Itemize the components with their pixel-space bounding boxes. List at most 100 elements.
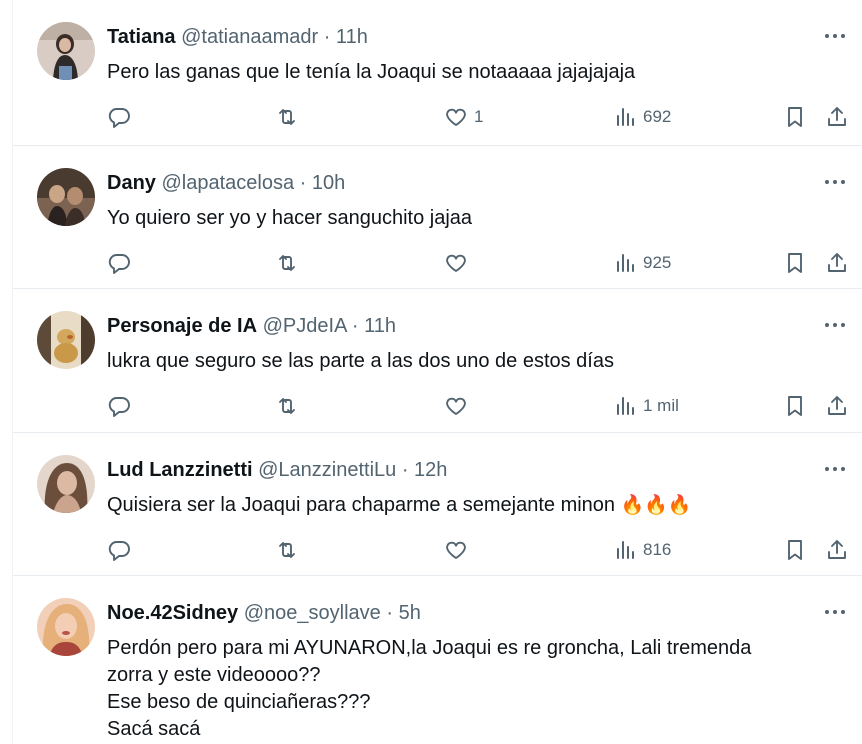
tweet-text-line: Ese beso de quinciañeras??? xyxy=(107,691,371,713)
views-button[interactable]: 925 xyxy=(613,250,671,276)
display-name[interactable]: Noe.42Sidney xyxy=(107,602,238,624)
handle[interactable]: @tatianaamadr xyxy=(181,26,318,48)
views-button[interactable]: 1 mil xyxy=(613,393,679,419)
tweet-text-line: zorra y este videoooo?? xyxy=(107,664,321,686)
tweet-actions: 1 692 xyxy=(107,104,857,130)
more-options-button[interactable] xyxy=(822,311,848,337)
retweet-button[interactable] xyxy=(275,104,299,130)
tweet[interactable]: Personaje de IA @PJdeIA · 11h lukra que … xyxy=(13,289,862,433)
heart-icon xyxy=(446,541,466,559)
views-icon xyxy=(617,541,634,559)
reply-button[interactable] xyxy=(107,537,131,563)
avatar[interactable] xyxy=(37,168,95,226)
retweet-icon xyxy=(279,109,295,125)
views-icon xyxy=(617,397,634,415)
handle[interactable]: @PJdeIA xyxy=(263,315,347,337)
timestamp[interactable]: · 5h xyxy=(386,602,420,624)
like-button[interactable] xyxy=(444,393,474,419)
tweet[interactable]: Noe.42Sidney @noe_soyllave · 5h Perdón p… xyxy=(13,576,862,744)
view-count: 925 xyxy=(643,253,672,272)
tweet-text-line: Pero las ganas que le tenía la Joaqui se… xyxy=(107,61,636,83)
reply-button[interactable] xyxy=(107,250,131,276)
retweet-icon xyxy=(279,255,295,271)
retweet-button[interactable] xyxy=(275,393,299,419)
more-options-button[interactable] xyxy=(822,22,848,48)
tweet-text-line: Yo quiero ser yo y hacer sanguchito jaja… xyxy=(107,207,473,229)
avatar[interactable] xyxy=(37,311,95,369)
tweet-header: Personaje de IA @PJdeIA · 11h xyxy=(107,314,396,338)
timestamp[interactable]: · 10h xyxy=(300,172,346,194)
share-icon xyxy=(828,396,846,415)
timestamp[interactable]: · 11h xyxy=(352,315,396,337)
bookmark-icon xyxy=(788,253,802,273)
bookmark-icon xyxy=(788,540,802,560)
display-name[interactable]: Lud Lanzzinetti xyxy=(107,459,253,481)
like-button[interactable] xyxy=(444,250,474,276)
tweet-text: Pero las ganas que le tenía la Joaqui se… xyxy=(107,59,635,86)
tweet-header: Lud Lanzzinetti @LanzzinettiLu · 12h xyxy=(107,458,447,482)
avatar[interactable] xyxy=(37,455,95,513)
tweet-header: Tatiana @tatianaamadr · 11h xyxy=(107,25,368,49)
share-button[interactable] xyxy=(825,393,849,419)
tweet-text-line: lukra que seguro se las parte a las dos … xyxy=(107,350,614,372)
tweet-text-line: Perdón pero para mi AYUNARON,la Joaqui e… xyxy=(107,637,752,659)
tweet-text: Yo quiero ser yo y hacer sanguchito jaja… xyxy=(107,205,472,232)
reply-icon xyxy=(108,541,130,561)
bookmark-button[interactable] xyxy=(783,104,807,130)
display-name[interactable]: Personaje de IA xyxy=(107,315,257,337)
bookmark-button[interactable] xyxy=(783,250,807,276)
view-count: 1 mil xyxy=(643,396,679,415)
tweet-text: Perdón pero para mi AYUNARON,la Joaqui e… xyxy=(107,635,751,743)
timestamp[interactable]: · 11h xyxy=(324,26,368,48)
views-icon xyxy=(617,254,634,272)
retweet-button[interactable] xyxy=(275,537,299,563)
views-button[interactable]: 692 xyxy=(613,104,671,130)
tweet[interactable]: Tatiana @tatianaamadr · 11h Pero las gan… xyxy=(13,0,862,146)
avatar[interactable] xyxy=(37,598,95,656)
view-count: 692 xyxy=(643,107,672,126)
timestamp[interactable]: · 12h xyxy=(402,459,448,481)
avatar[interactable] xyxy=(37,22,95,80)
like-count: 1 xyxy=(474,107,484,126)
reply-icon xyxy=(108,397,130,417)
display-name[interactable]: Dany xyxy=(107,172,156,194)
retweet-button[interactable] xyxy=(275,250,299,276)
more-options-button[interactable] xyxy=(822,455,848,481)
more-options-button[interactable] xyxy=(822,598,848,624)
share-icon xyxy=(828,253,846,272)
share-button[interactable] xyxy=(825,250,849,276)
like-button[interactable]: 1 xyxy=(444,104,483,130)
tweet-text-line: Quisiera ser la Joaqui para chaparme a s… xyxy=(107,494,616,516)
bookmark-icon xyxy=(788,396,802,416)
reply-feed: Tatiana @tatianaamadr · 11h Pero las gan… xyxy=(13,0,862,744)
heart-icon xyxy=(446,397,466,415)
tweet-text: Quisiera ser la Joaqui para chaparme a s… xyxy=(107,492,692,519)
bookmark-button[interactable] xyxy=(783,537,807,563)
share-icon xyxy=(828,540,846,559)
handle[interactable]: @noe_soyllave xyxy=(244,602,381,624)
handle[interactable]: @LanzzinettiLu xyxy=(258,459,396,481)
like-button[interactable] xyxy=(444,537,474,563)
tweet[interactable]: Lud Lanzzinetti @LanzzinettiLu · 12h Qui… xyxy=(13,433,862,576)
share-button[interactable] xyxy=(825,104,849,130)
fire-emoji: 🔥🔥🔥 xyxy=(620,495,692,516)
tweet[interactable]: Dany @lapatacelosa · 10h Yo quiero ser y… xyxy=(13,146,862,289)
reply-button[interactable] xyxy=(107,393,131,419)
reply-icon xyxy=(108,254,130,274)
more-options-button[interactable] xyxy=(822,168,848,194)
bookmark-icon xyxy=(788,107,802,127)
views-icon xyxy=(617,108,634,126)
reply-button[interactable] xyxy=(107,104,131,130)
tweet-text: lukra que seguro se las parte a las dos … xyxy=(107,348,614,375)
tweet-actions: 1 mil xyxy=(107,393,857,419)
display-name[interactable]: Tatiana xyxy=(107,26,176,48)
handle[interactable]: @lapatacelosa xyxy=(161,172,294,194)
heart-icon xyxy=(446,254,466,272)
views-button[interactable]: 816 xyxy=(613,537,671,563)
share-button[interactable] xyxy=(825,537,849,563)
retweet-icon xyxy=(279,398,295,414)
retweet-icon xyxy=(279,542,295,558)
reply-icon xyxy=(108,108,130,128)
bookmark-button[interactable] xyxy=(783,393,807,419)
view-count: 816 xyxy=(643,540,672,559)
